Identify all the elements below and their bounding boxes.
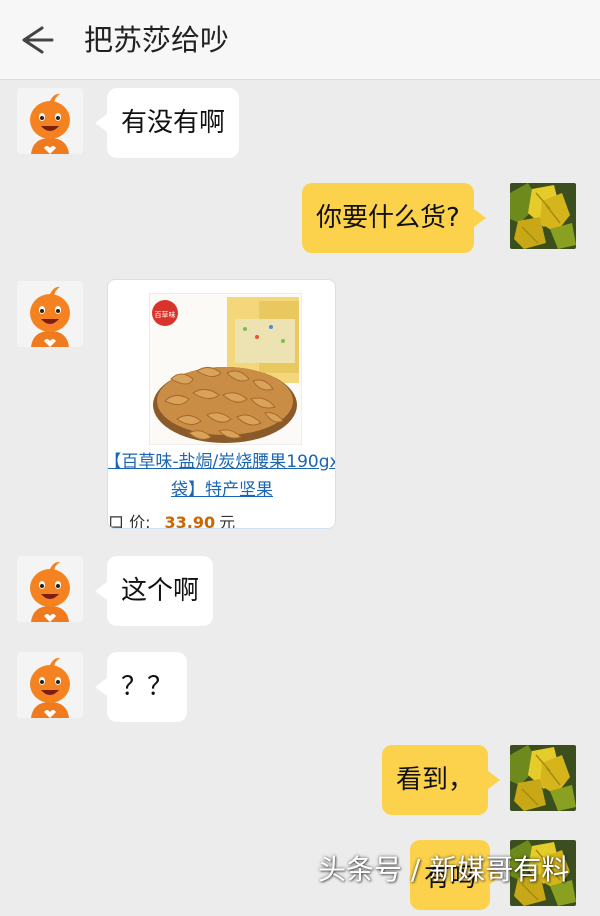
message-bubble-outgoing[interactable]: 看到， [382, 745, 501, 815]
contact-avatar[interactable] [17, 88, 83, 154]
arrow-left-icon [22, 26, 54, 54]
price-value: 33.90 [164, 513, 216, 529]
watermark: 头条号 / 新媒哥有料 [318, 853, 570, 886]
mascot-avatar-icon [17, 281, 83, 347]
starfruit-avatar-icon [510, 745, 576, 811]
mascot-avatar-icon [17, 652, 83, 718]
message-bubble-incoming[interactable]: ？？ [94, 652, 188, 722]
back-button[interactable] [14, 20, 58, 60]
price-label: 口 价: [108, 513, 151, 529]
contact-avatar[interactable] [17, 652, 83, 718]
my-avatar[interactable] [510, 183, 576, 249]
chat-header: 把苏莎给吵 [0, 0, 600, 80]
product-name-link[interactable]: 【百草味-盐焗/炭烧腰果190gx袋】特产坚果 [108, 448, 335, 504]
contact-avatar[interactable] [17, 281, 83, 347]
contact-avatar[interactable] [17, 556, 83, 622]
starfruit-avatar-icon [510, 183, 576, 249]
price-unit: 元 [219, 513, 236, 529]
my-avatar[interactable] [510, 745, 576, 811]
message-bubble-incoming[interactable]: 这个啊 [94, 556, 214, 626]
mascot-avatar-icon [17, 556, 83, 622]
chat-title: 把苏莎给吵 [84, 23, 230, 57]
mascot-avatar-icon [17, 88, 83, 154]
message-bubble-incoming[interactable]: 有没有啊 [94, 88, 240, 158]
brand-logo: 百草味 [155, 310, 176, 319]
product-card[interactable]: 百草味 【百草味-盐焗/炭烧腰果190gx袋】特产坚果 口 价: 33.90 元 [107, 279, 336, 529]
price-row: 口 价: 33.90 元 [108, 509, 236, 529]
message-bubble-outgoing[interactable]: 你要什么货? [302, 183, 486, 253]
product-image: 百草味 [149, 293, 302, 445]
